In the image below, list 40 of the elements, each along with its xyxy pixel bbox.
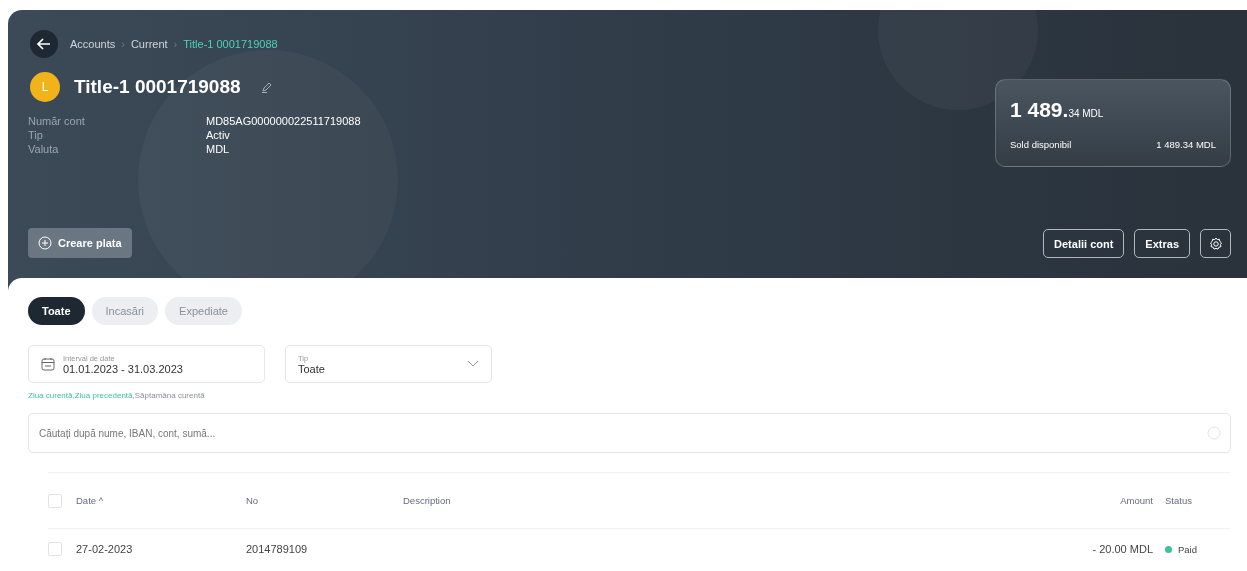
column-header[interactable]: Date ^ [76, 495, 246, 506]
avatar: L [30, 72, 60, 102]
column-header: No [246, 495, 260, 506]
back-button[interactable] [30, 30, 58, 58]
settings-button[interactable] [1200, 229, 1231, 258]
breadcrumb-link[interactable]: Current [130, 38, 168, 50]
breadcrumb-separator: › [173, 38, 178, 50]
row-checkbox[interactable] [48, 542, 62, 556]
balance-amount: 1 489.34 MDL [1010, 98, 1105, 122]
back-arrow-icon [37, 38, 51, 50]
plus-icon [38, 236, 52, 250]
settings-icon [1208, 236, 1223, 251]
amount-cell-text: - 20.00 MDL [1091, 543, 1154, 555]
breadcrumb-separator: › [121, 38, 125, 50]
account-title: Title-1 0001719088 [74, 76, 241, 98]
column-header: Status [1164, 495, 1193, 506]
header-action-button[interactable]: Detalii cont [1043, 229, 1125, 258]
balance-label: Sold disponibil [1010, 139, 1072, 150]
breadcrumb-link[interactable]: Title-1 0001719088 [183, 38, 278, 50]
detail-value: Activ [206, 128, 231, 142]
date-cell-text: 27-02-2023 [76, 543, 134, 555]
search-field[interactable]: Căutați după nume, IBAN, cont, sumă... [28, 413, 1231, 453]
calendar-icon [41, 357, 55, 371]
detail-label: Tip [28, 128, 44, 142]
filter-tab[interactable]: Toate [28, 297, 85, 325]
chevron-down-icon [467, 360, 479, 368]
detail-label: Număr cont [28, 114, 86, 128]
breadcrumb-link[interactable]: Accounts [70, 38, 116, 50]
balance-value: 1 489.34 MDL [1156, 139, 1216, 150]
create-payment-button[interactable]: Creare plata [28, 228, 132, 258]
number-cell-text: 2014789109 [246, 543, 309, 555]
select-all-checkbox[interactable] [48, 493, 62, 508]
pencil-icon[interactable] [260, 81, 273, 93]
column-header: Amount [1119, 495, 1154, 506]
column-header: Description [403, 495, 452, 506]
detail-value: MD85AG000000022511719088 [206, 114, 362, 128]
header-action-button[interactable]: Extras [1134, 229, 1190, 258]
detail-label: Valuta [28, 142, 60, 156]
status-text: Paid [1178, 543, 1197, 555]
detail-value: MDL [206, 142, 231, 156]
